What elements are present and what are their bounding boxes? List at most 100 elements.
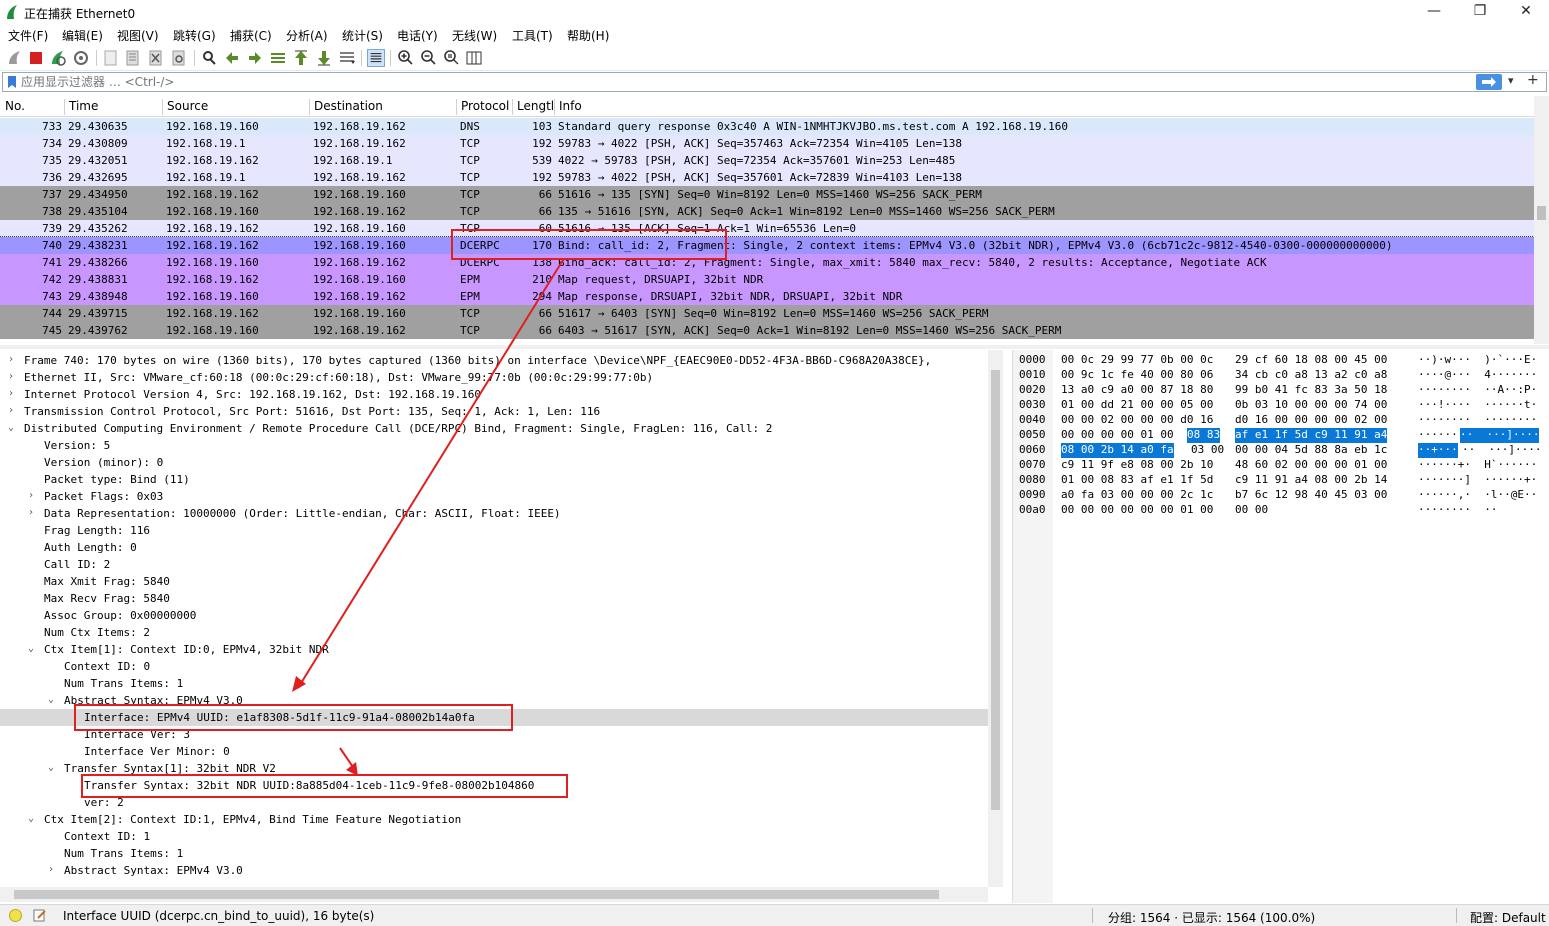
menu-wireless[interactable]: 无线(W) <box>452 27 497 44</box>
detail-tree-item[interactable]: Interface Ver Minor: 0 <box>0 743 988 760</box>
detail-tree-item[interactable]: › Internet Protocol Version 4, Src: 192.1… <box>0 386 988 403</box>
packet-row[interactable]: 737 29.434950 192.168.19.162 192.168.19.160… <box>0 186 1534 203</box>
packet-row[interactable]: 743 29.438948 192.168.19.160 192.168.19.162… <box>0 288 1534 305</box>
collapse-arrow-icon[interactable]: ⌄ <box>8 422 14 433</box>
packet-row[interactable]: 735 29.432051 192.168.19.162 192.168.19.1 TC… <box>0 152 1534 169</box>
column-no[interactable]: No. <box>5 99 25 115</box>
apply-filter-button[interactable] <box>1476 74 1502 90</box>
menu-capture[interactable]: 捕获(C) <box>230 27 272 44</box>
display-filter-input[interactable] <box>21 74 1461 90</box>
packet-row[interactable]: 745 29.439762 192.168.19.160 192.168.19.162… <box>0 322 1534 339</box>
collapse-arrow-icon[interactable]: ⌄ <box>28 813 34 824</box>
packet-row[interactable]: 739 29.435262 192.168.19.162 192.168.19.160… <box>0 220 1534 237</box>
packet-row[interactable]: 733 29.430635 192.168.19.160 192.168.19.162… <box>0 118 1534 135</box>
go-last-packet-icon[interactable] <box>315 49 333 67</box>
open-file-icon[interactable] <box>102 49 120 67</box>
scrollbar-thumb[interactable] <box>991 370 1000 810</box>
pane-splitter[interactable] <box>0 345 1549 349</box>
detail-tree-item[interactable]: Call ID: 2 <box>0 556 988 573</box>
auto-scroll-icon[interactable] <box>338 49 356 67</box>
expand-arrow-icon[interactable]: › <box>48 864 54 875</box>
packet-row[interactable]: 734 29.430809 192.168.19.1 192.168.19.162 TC… <box>0 135 1534 152</box>
collapse-arrow-icon[interactable]: ⌄ <box>48 762 54 773</box>
add-filter-button[interactable]: + <box>1527 72 1539 88</box>
close-file-icon[interactable] <box>147 49 165 67</box>
detail-tree-item[interactable]: › Packet Flags: 0x03 <box>0 488 988 505</box>
detail-tree-item[interactable]: › Ethernet II, Src: VMware_cf:60:18 (00:0… <box>0 369 988 386</box>
detail-tree-item[interactable]: › Data Representation: 10000000 (Order: L… <box>0 505 988 522</box>
start-capture-icon[interactable] <box>6 49 24 67</box>
detail-tree-item[interactable]: Version (minor): 0 <box>0 454 988 471</box>
expand-arrow-icon[interactable]: › <box>28 507 34 518</box>
scrollbar-thumb[interactable] <box>1537 206 1546 220</box>
go-first-packet-icon[interactable] <box>292 49 310 67</box>
menu-help[interactable]: 帮助(H) <box>567 27 609 44</box>
column-length[interactable]: Lengtl <box>512 99 554 115</box>
column-time[interactable]: Time <box>64 99 98 115</box>
packet-row[interactable]: 741 29.438266 192.168.19.160 192.168.19.162… <box>0 254 1534 271</box>
menu-tools[interactable]: 工具(T) <box>512 27 553 44</box>
packet-row[interactable]: 738 29.435104 192.168.19.160 192.168.19.162… <box>0 203 1534 220</box>
column-destination[interactable]: Destination <box>309 99 383 115</box>
detail-tree-item[interactable]: Context ID: 1 <box>0 828 988 845</box>
edit-comment-icon[interactable] <box>33 908 47 922</box>
detail-tree-item[interactable]: Packet type: Bind (11) <box>0 471 988 488</box>
chevron-down-icon[interactable]: ▾ <box>1508 74 1514 87</box>
save-file-icon[interactable] <box>124 49 142 67</box>
menu-go[interactable]: 跳转(G) <box>173 27 216 44</box>
packet-row[interactable]: 740 29.438231 192.168.19.162 192.168.19.160… <box>0 236 1535 255</box>
status-profile[interactable]: 配置: Default <box>1470 909 1546 926</box>
maximize-button[interactable]: ❐ <box>1457 0 1503 24</box>
expand-arrow-icon[interactable]: › <box>8 388 14 399</box>
go-back-icon[interactable] <box>223 49 241 67</box>
detail-tree-item[interactable]: Assoc Group: 0x00000000 <box>0 607 988 624</box>
details-hscrollbar[interactable] <box>0 887 988 902</box>
column-protocol[interactable]: Protocol <box>456 99 509 115</box>
capture-options-icon[interactable] <box>72 49 90 67</box>
detail-tree-item[interactable]: Context ID: 0 <box>0 658 988 675</box>
detail-tree-item[interactable]: › Transmission Control Protocol, Src Port… <box>0 403 988 420</box>
colorize-icon[interactable] <box>367 49 385 67</box>
close-button[interactable]: ✕ <box>1503 0 1549 24</box>
stop-capture-icon[interactable] <box>27 49 45 67</box>
go-to-packet-icon[interactable] <box>269 49 287 67</box>
scrollbar-thumb[interactable] <box>14 890 939 899</box>
expand-arrow-icon[interactable]: › <box>8 405 14 416</box>
detail-tree-item[interactable]: Num Ctx Items: 2 <box>0 624 988 641</box>
resize-columns-icon[interactable] <box>465 49 483 67</box>
menu-telephony[interactable]: 电话(Y) <box>397 27 438 44</box>
collapse-arrow-icon[interactable]: ⌄ <box>28 643 34 654</box>
bookmark-icon[interactable] <box>6 75 18 89</box>
expert-info-icon[interactable] <box>9 909 22 922</box>
menu-analyze[interactable]: 分析(A) <box>286 27 328 44</box>
column-info[interactable]: Info <box>554 99 582 115</box>
detail-tree-item[interactable]: Max Xmit Frag: 5840 <box>0 573 988 590</box>
menu-statistics[interactable]: 统计(S) <box>342 27 383 44</box>
packet-list-scrollbar[interactable] <box>1534 96 1549 344</box>
menu-edit[interactable]: 编辑(E) <box>62 27 103 44</box>
detail-tree-item[interactable]: Max Recv Frag: 5840 <box>0 590 988 607</box>
detail-tree-item[interactable]: › Abstract Syntax: EPMv4 V3.0 <box>0 862 988 879</box>
restart-capture-icon[interactable] <box>49 49 67 67</box>
expand-arrow-icon[interactable]: › <box>8 354 14 365</box>
expand-arrow-icon[interactable]: › <box>8 371 14 382</box>
packet-row[interactable]: 742 29.438831 192.168.19.162 192.168.19.160… <box>0 271 1534 288</box>
go-forward-icon[interactable] <box>246 49 264 67</box>
detail-tree-item[interactable]: ⌄ Ctx Item[2]: Context ID:1, EPMv4, Bind … <box>0 811 988 828</box>
minimize-button[interactable]: — <box>1411 0 1457 24</box>
find-packet-icon[interactable] <box>200 49 218 67</box>
detail-tree-item[interactable]: Version: 5 <box>0 437 988 454</box>
collapse-arrow-icon[interactable]: ⌄ <box>48 694 54 705</box>
detail-tree-item[interactable]: ⌄ Distributed Computing Environment / Rem… <box>0 420 988 437</box>
detail-tree-item[interactable]: Frag Length: 116 <box>0 522 988 539</box>
column-source[interactable]: Source <box>162 99 208 115</box>
details-scrollbar[interactable] <box>988 350 1003 887</box>
menu-view[interactable]: 视图(V) <box>117 27 159 44</box>
detail-tree-item[interactable]: Auth Length: 0 <box>0 539 988 556</box>
detail-tree-item[interactable]: Num Trans Items: 1 <box>0 845 988 862</box>
detail-tree-item[interactable]: ⌄ Ctx Item[1]: Context ID:0, EPMv4, 32bit… <box>0 641 988 658</box>
detail-tree-item[interactable]: Num Trans Items: 1 <box>0 675 988 692</box>
packet-row[interactable]: 744 29.439715 192.168.19.162 192.168.19.160… <box>0 305 1534 322</box>
reload-file-icon[interactable] <box>170 49 188 67</box>
zoom-out-icon[interactable] <box>419 49 437 67</box>
